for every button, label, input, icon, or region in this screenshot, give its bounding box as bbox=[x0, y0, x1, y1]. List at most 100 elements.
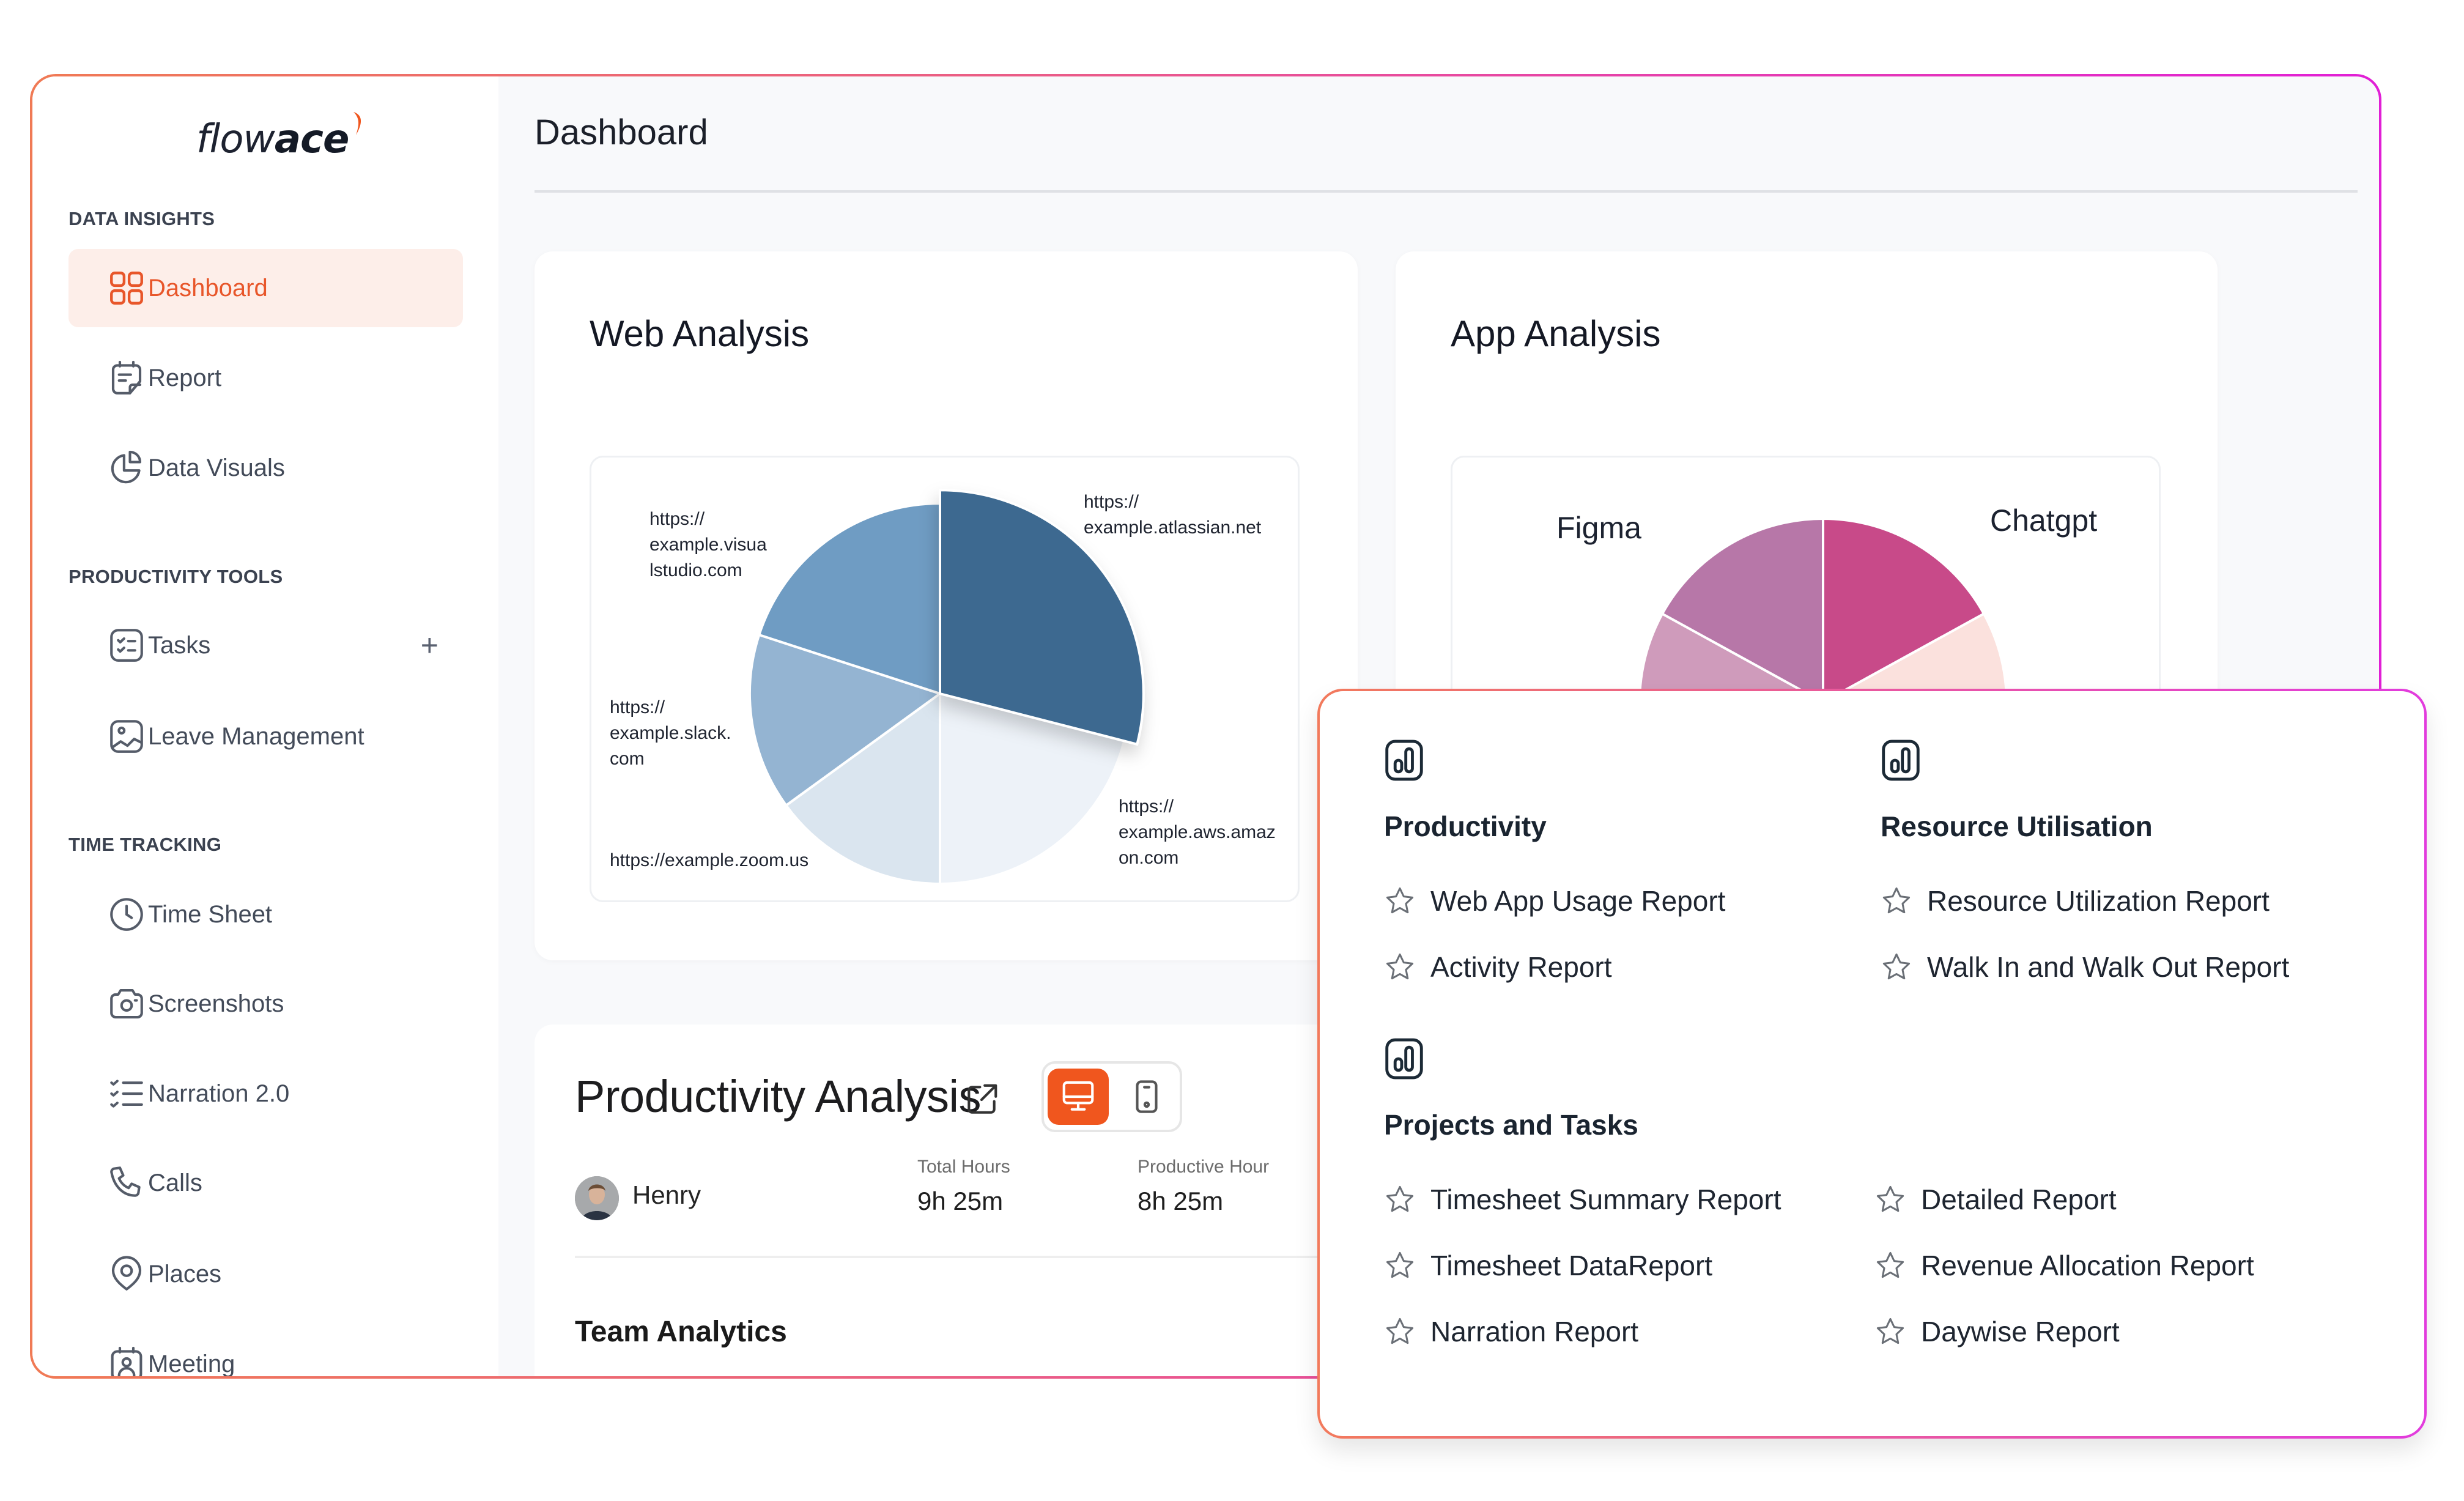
report-label: Timesheet DataReport bbox=[1430, 1250, 1713, 1281]
report-item[interactable]: Resource Utilization Report bbox=[1881, 884, 2270, 917]
pie-label-example-zoom-us: https://example.zoom.us bbox=[610, 850, 808, 870]
bar-chart-icon bbox=[1385, 739, 1423, 781]
sidebar-item-label: Tasks bbox=[148, 631, 211, 659]
mobile-toggle-button[interactable] bbox=[1116, 1069, 1177, 1125]
sidebar-item-screenshots[interactable]: Screenshots bbox=[68, 965, 463, 1043]
list-check-icon bbox=[106, 1073, 147, 1114]
star-icon[interactable] bbox=[1874, 1184, 1906, 1215]
report-item[interactable]: Walk In and Walk Out Report bbox=[1881, 951, 2289, 984]
productivity-analysis-title: Productivity Analysis bbox=[575, 1071, 982, 1122]
group-title-productivity: Productivity bbox=[1384, 810, 1547, 842]
star-icon[interactable] bbox=[1384, 1316, 1416, 1347]
productivity-analysis-card: Productivity Analysis Henry Total Hours … bbox=[535, 1025, 1407, 1376]
report-label: Revenue Allocation Report bbox=[1921, 1250, 2254, 1281]
sidebar-item-report[interactable]: Report bbox=[68, 339, 463, 417]
report-label: Resource Utilization Report bbox=[1927, 885, 2270, 917]
section-data-insights: DATA INSIGHTS bbox=[68, 208, 215, 229]
report-item[interactable]: Narration Report bbox=[1384, 1315, 1638, 1348]
productivity-divider bbox=[575, 1256, 1407, 1258]
total-hours-value: 9h 25m bbox=[917, 1187, 1004, 1215]
report-label: Narration Report bbox=[1430, 1316, 1639, 1347]
pie-label-example-atlassian-net: https://example.atlassian.net bbox=[1084, 492, 1262, 538]
star-icon[interactable] bbox=[1874, 1316, 1906, 1347]
report-item[interactable]: Detailed Report bbox=[1874, 1183, 2117, 1216]
report-item[interactable]: Activity Report bbox=[1384, 951, 1612, 984]
pie-label-example-visualstudio-com: https://example.visua lstudio.com bbox=[649, 509, 767, 580]
bar-chart-icon bbox=[1385, 1038, 1423, 1080]
pie-label-example-aws-amazon-com: https://example.aws.amaz on.com bbox=[1119, 796, 1276, 868]
star-icon[interactable] bbox=[1384, 885, 1416, 917]
sidebar-item-data-visuals[interactable]: Data Visuals bbox=[68, 429, 463, 507]
report-label: Daywise Report bbox=[1921, 1316, 2120, 1347]
add-task-button[interactable]: + bbox=[421, 628, 438, 663]
mobile-icon bbox=[1136, 1080, 1158, 1113]
sidebar-item-label: Narration 2.0 bbox=[148, 1080, 290, 1107]
image-icon bbox=[106, 716, 147, 757]
grid-icon bbox=[106, 268, 147, 308]
logo-text-light: flow bbox=[196, 117, 275, 162]
report-label: Timesheet Summary Report bbox=[1430, 1184, 1781, 1215]
app-analysis-title: App Analysis bbox=[1451, 313, 1661, 354]
productive-hours-value: 8h 25m bbox=[1138, 1187, 1224, 1215]
total-hours-label: Total Hours bbox=[917, 1157, 1010, 1177]
desktop-toggle-button[interactable] bbox=[1048, 1069, 1109, 1125]
web-analysis-chart: https://example.atlassian.net https://exa… bbox=[590, 456, 1300, 902]
report-label: Web App Usage Report bbox=[1430, 885, 1726, 917]
sidebar-item-meeting[interactable]: Meeting bbox=[68, 1325, 463, 1376]
sidebar-item-label: Meeting bbox=[148, 1350, 235, 1377]
web-pie-chart: https://example.atlassian.net https://exa… bbox=[610, 489, 1276, 886]
report-item[interactable]: Timesheet DataReport bbox=[1384, 1249, 1712, 1282]
sidebar-item-calls[interactable]: Calls bbox=[68, 1144, 463, 1222]
desktop-icon bbox=[1062, 1081, 1094, 1111]
report-label: Detailed Report bbox=[1921, 1184, 2117, 1215]
report-item[interactable]: Web App Usage Report bbox=[1384, 884, 1725, 917]
user-photo bbox=[575, 1176, 619, 1220]
reports-popover: Productivity Resource Utilisation Projec… bbox=[1317, 689, 2427, 1439]
checklist-icon bbox=[106, 625, 147, 665]
group-title-resource-utilisation: Resource Utilisation bbox=[1881, 810, 2153, 842]
pie-chart-icon bbox=[106, 448, 147, 488]
report-item[interactable]: Daywise Report bbox=[1874, 1315, 2120, 1348]
group-title-projects-and-tasks: Projects and Tasks bbox=[1384, 1109, 1638, 1141]
sidebar-item-label: Calls bbox=[148, 1169, 202, 1196]
sidebar-item-tasks[interactable]: Tasks + bbox=[68, 606, 463, 684]
star-icon[interactable] bbox=[1384, 1250, 1416, 1281]
sidebar-item-dashboard[interactable]: Dashboard bbox=[68, 249, 463, 327]
star-icon[interactable] bbox=[1384, 951, 1416, 983]
sidebar-item-label: Data Visuals bbox=[148, 454, 285, 481]
sidebar-item-label: Places bbox=[148, 1260, 222, 1288]
pie-label-example-slack-com: https://example.slack. com bbox=[610, 697, 731, 769]
clock-icon bbox=[106, 894, 147, 935]
star-icon[interactable] bbox=[1881, 951, 1912, 983]
sidebar-item-leave-management[interactable]: Leave Management bbox=[68, 697, 463, 776]
web-analysis-card: Web Analysis https://example.atlassian.n… bbox=[535, 251, 1358, 960]
page-title: Dashboard bbox=[535, 113, 708, 152]
report-item[interactable]: Revenue Allocation Report bbox=[1874, 1249, 2254, 1282]
location-pin-icon bbox=[106, 1254, 147, 1294]
user-name: Henry bbox=[632, 1180, 701, 1209]
sidebar-item-label: Report bbox=[148, 364, 222, 391]
report-item[interactable]: Timesheet Summary Report bbox=[1384, 1183, 1781, 1216]
sidebar-item-places[interactable]: Places bbox=[68, 1235, 463, 1313]
logo-text-bold: ace bbox=[274, 117, 350, 162]
star-icon[interactable] bbox=[1384, 1184, 1416, 1215]
productive-hours-label: Productive Hour bbox=[1138, 1157, 1270, 1177]
sidebar-item-narration[interactable]: Narration 2.0 bbox=[68, 1054, 463, 1133]
web-analysis-title: Web Analysis bbox=[590, 313, 810, 354]
external-link-icon[interactable] bbox=[963, 1081, 1001, 1119]
sidebar-item-time-sheet[interactable]: Time Sheet bbox=[68, 875, 463, 954]
team-analytics-title: Team Analytics bbox=[575, 1316, 787, 1348]
star-icon[interactable] bbox=[1874, 1250, 1906, 1281]
sidebar-item-label: Leave Management bbox=[148, 722, 364, 750]
pie-label-figma: Figma bbox=[1556, 511, 1641, 545]
pie-label-chatgpt: Chatgpt bbox=[1990, 503, 2097, 538]
calendar-user-icon bbox=[106, 1344, 147, 1376]
camera-icon bbox=[106, 984, 147, 1024]
sidebar-item-label: Screenshots bbox=[148, 990, 284, 1017]
section-time-tracking: TIME TRACKING bbox=[68, 834, 222, 855]
phone-icon bbox=[106, 1163, 147, 1203]
bar-chart-icon bbox=[1882, 739, 1920, 781]
sidebar-item-label: Dashboard bbox=[148, 274, 268, 302]
report-label: Walk In and Walk Out Report bbox=[1927, 951, 2290, 983]
star-icon[interactable] bbox=[1881, 885, 1912, 917]
